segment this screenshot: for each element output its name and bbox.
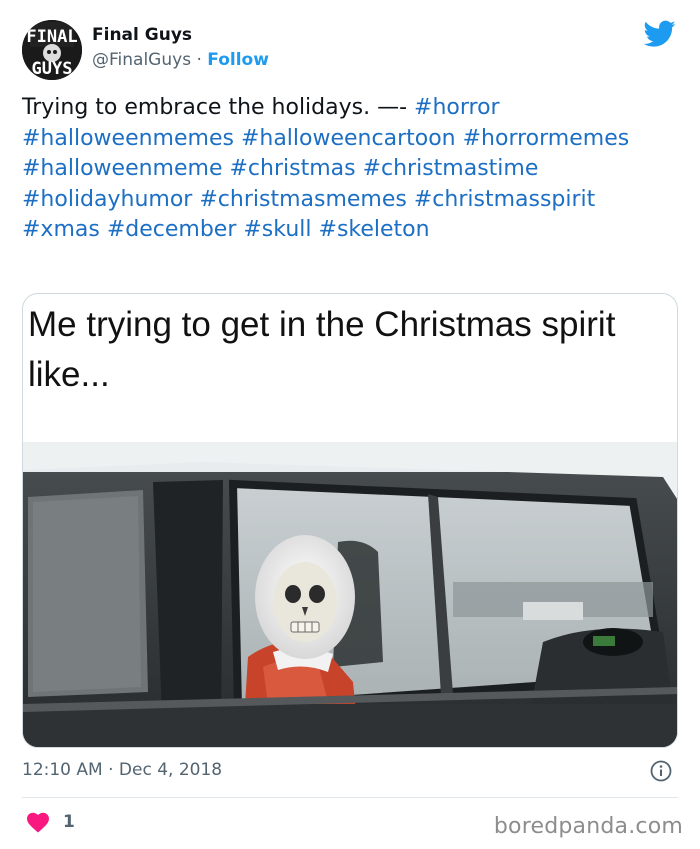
meme-caption: Me trying to get in the Christmas spirit…: [28, 305, 616, 394]
tweet-text-prefix: Trying to embrace the holidays. —-: [22, 95, 415, 120]
hashtag-link[interactable]: #halloweenmemes: [22, 126, 234, 151]
separator: ·: [191, 50, 208, 70]
hashtag-link[interactable]: #horror: [414, 95, 500, 120]
account-handle[interactable]: @FinalGuys: [92, 50, 191, 70]
hashtag-link[interactable]: #horrormemes: [463, 126, 630, 151]
info-icon[interactable]: [650, 760, 672, 782]
hashtag-link[interactable]: #christmasmemes: [199, 187, 407, 212]
meme-photo: [23, 442, 677, 747]
hashtag-link[interactable]: #christmastime: [363, 156, 539, 181]
avatar-logo: FINAL GUYS: [22, 20, 82, 80]
tweet-text: Trying to embrace the holidays. —- #horr…: [22, 93, 672, 246]
account-name[interactable]: Final Guys: [92, 25, 192, 45]
hashtag-link[interactable]: #christmas: [229, 156, 355, 181]
hashtag-link[interactable]: #halloweenmeme: [22, 156, 222, 181]
like-count: 1: [63, 812, 75, 832]
media-card[interactable]: Me trying to get in the Christmas spirit…: [22, 293, 678, 748]
avatar[interactable]: FINAL GUYS: [22, 20, 82, 80]
hashtag-link[interactable]: #christmasspirit: [414, 187, 595, 212]
handle-row: @FinalGuys · Follow: [92, 50, 269, 70]
tweet-timestamp[interactable]: 12:10 AM · Dec 4, 2018: [22, 760, 222, 780]
hashtag-link[interactable]: #halloweencartoon: [241, 126, 456, 151]
hashtag-link[interactable]: #skull: [243, 217, 311, 242]
hashtag-link[interactable]: #xmas: [22, 217, 100, 242]
hashtag-link[interactable]: #december: [107, 217, 237, 242]
avatar-text-bottom: GUYS: [32, 59, 73, 79]
divider: [22, 797, 678, 798]
follow-button[interactable]: Follow: [207, 50, 269, 70]
watermark: boredpanda.com: [493, 814, 683, 839]
hashtag-link[interactable]: #holidayhumor: [22, 187, 192, 212]
twitter-bird-icon[interactable]: [644, 20, 676, 48]
heart-icon[interactable]: [26, 811, 50, 833]
hashtag-link[interactable]: #skeleton: [319, 217, 430, 242]
